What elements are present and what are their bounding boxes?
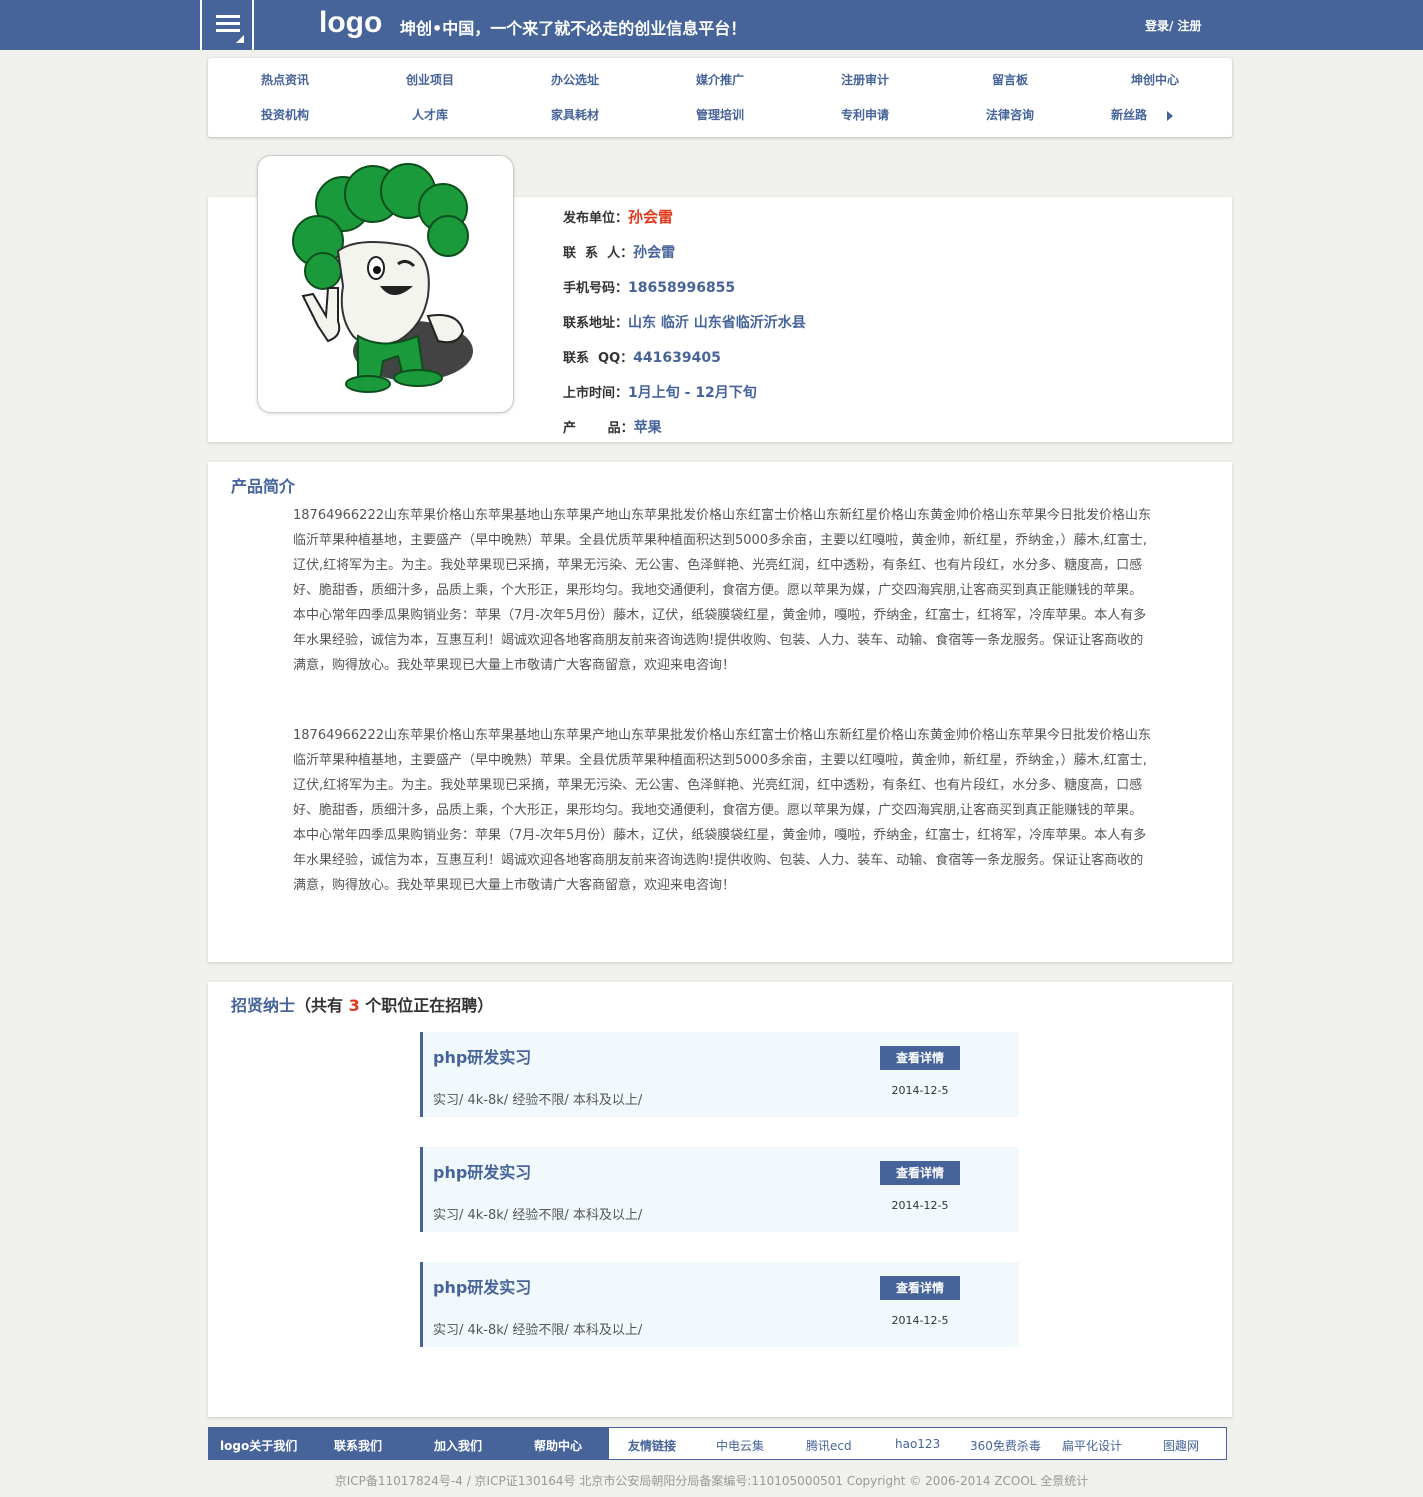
menu-icon-bar bbox=[216, 29, 240, 32]
nav-item[interactable]: 坤创中心 bbox=[1095, 71, 1215, 88]
logo[interactable]: logo bbox=[319, 6, 382, 40]
nav-item[interactable]: 热点资讯 bbox=[225, 71, 345, 88]
job-title[interactable]: php研发实习 bbox=[433, 1044, 531, 1068]
section-title-intro: 产品简介 bbox=[231, 477, 296, 496]
info-product: 产 品：苹果 bbox=[563, 417, 662, 437]
jobs-title: 招贤纳士 bbox=[231, 996, 296, 1015]
footer-join-link[interactable]: 加入我们 bbox=[434, 1437, 482, 1454]
job-title[interactable]: php研发实习 bbox=[433, 1159, 531, 1183]
info-phone: 手机号码：18658996855 bbox=[563, 277, 735, 296]
intro-paragraph: 18764966222山东苹果价格山东苹果基地山东苹果产地山东苹果批发价格山东红… bbox=[293, 728, 1151, 893]
footer-about-link[interactable]: logo关于我们 bbox=[220, 1437, 297, 1454]
job-date: 2014-12-5 bbox=[891, 1084, 949, 1097]
info-contact: 联 系 人：孙会雷 bbox=[563, 242, 675, 262]
info-label: 手机号码： bbox=[563, 281, 629, 296]
login-register-link[interactable]: 登录/ 注册 bbox=[1145, 17, 1202, 34]
info-label: 联系地址： bbox=[563, 316, 629, 331]
footer-links-bar: logo关于我们 联系我们 加入我们 帮助中心 友情链接 中电云集 腾讯ecd … bbox=[208, 1427, 1227, 1460]
view-details-button[interactable]: 查看详情 bbox=[880, 1046, 960, 1070]
nav-item[interactable]: 注册审计 bbox=[805, 71, 925, 88]
info-address: 联系地址：山东 临沂 山东省临沂沂水县 bbox=[563, 312, 806, 332]
phone-number: 18658996855 bbox=[628, 280, 736, 296]
corner-triangle-icon bbox=[236, 35, 244, 43]
job-card[interactable]: php研发实习 实习/ 4k-8k/ 经验不限/ 本科及以上/ 查看详情 201… bbox=[420, 1032, 1019, 1117]
friend-links-label: 友情链接 bbox=[628, 1439, 677, 1453]
nav-item[interactable]: 专利申请 bbox=[805, 106, 925, 123]
job-card[interactable]: php研发实习 实习/ 4k-8k/ 经验不限/ 本科及以上/ 查看详情 201… bbox=[420, 1262, 1019, 1347]
info-label: 联系 QQ： bbox=[563, 351, 634, 366]
nav-item[interactable]: 媒介推广 bbox=[660, 71, 780, 88]
category-nav: 热点资讯 创业项目 办公选址 媒介推广 注册审计 留言板 坤创中心 投资机构 人… bbox=[208, 58, 1232, 137]
info-qq: 联系 QQ：441639405 bbox=[563, 347, 721, 366]
job-meta: 实习/ 4k-8k/ 经验不限/ 本科及以上/ bbox=[433, 1323, 643, 1338]
nav-item[interactable]: 家具耗材 bbox=[515, 106, 635, 123]
product-name: 苹果 bbox=[633, 420, 662, 436]
publisher-name[interactable]: 孙会雷 bbox=[628, 208, 673, 226]
view-details-button[interactable]: 查看详情 bbox=[880, 1276, 960, 1300]
intro-paragraph: 18764966222山东苹果价格山东苹果基地山东苹果产地山东苹果批发价格山东红… bbox=[293, 508, 1151, 673]
job-meta: 实习/ 4k-8k/ 经验不限/ 本科及以上/ bbox=[433, 1208, 643, 1223]
friend-link[interactable]: 图趣网 bbox=[1163, 1437, 1199, 1454]
nav-item-more[interactable]: 新丝路 bbox=[1111, 106, 1211, 123]
footer-contact-link[interactable]: 联系我们 bbox=[334, 1437, 382, 1454]
job-meta: 实习/ 4k-8k/ 经验不限/ 本科及以上/ bbox=[433, 1093, 643, 1108]
friend-link[interactable]: 扁平化设计 bbox=[1062, 1437, 1122, 1454]
nav-item[interactable]: 留言板 bbox=[950, 71, 1070, 88]
slogan: 坤创•中国，一个来了就不必走的创业信息平台！ bbox=[400, 19, 747, 38]
nav-item[interactable]: 法律咨询 bbox=[950, 106, 1070, 123]
nav-item[interactable]: 创业项目 bbox=[370, 71, 490, 88]
address: 山东 临沂 山东省临沂沂水县 bbox=[628, 315, 806, 331]
broccoli-mascot-icon bbox=[292, 163, 473, 393]
nav-item[interactable]: 管理培训 bbox=[660, 106, 780, 123]
copyright: 京ICP备11017824号-4 / 京ICP证130164号 北京市公安局朝阳… bbox=[334, 1474, 1089, 1488]
section-title-jobs: 招贤纳士（共有 3 个职位正在招聘） bbox=[231, 992, 493, 1016]
nav-item[interactable]: 人才库 bbox=[370, 106, 490, 123]
nav-item-label: 新丝路 bbox=[1111, 108, 1148, 122]
job-title[interactable]: php研发实习 bbox=[433, 1274, 531, 1298]
friend-link[interactable]: 腾讯ecd bbox=[806, 1437, 852, 1454]
footer-help-link[interactable]: 帮助中心 bbox=[534, 1437, 582, 1454]
view-details-button[interactable]: 查看详情 bbox=[880, 1161, 960, 1185]
info-label: 发布单位： bbox=[563, 211, 629, 226]
contact-name: 孙会雷 bbox=[633, 245, 676, 261]
friend-link[interactable]: 中电云集 bbox=[716, 1437, 764, 1454]
jobs-count-suffix: 个职位正在招聘） bbox=[359, 996, 494, 1015]
job-date: 2014-12-5 bbox=[891, 1199, 949, 1212]
info-label: 产 品： bbox=[563, 421, 634, 436]
jobs-count-prefix: （共有 bbox=[295, 996, 349, 1015]
info-label: 上市时间： bbox=[563, 386, 629, 401]
menu-button[interactable] bbox=[200, 0, 254, 50]
qq-number: 441639405 bbox=[633, 350, 721, 366]
info-publisher: 发布单位：孙会雷 bbox=[563, 206, 673, 227]
arrow-right-icon bbox=[1167, 110, 1174, 121]
info-market-time: 上市时间：1月上旬 - 12月下旬 bbox=[563, 382, 757, 402]
friend-link[interactable]: 360免费杀毒 bbox=[970, 1437, 1041, 1454]
nav-item[interactable]: 办公选址 bbox=[515, 71, 635, 88]
avatar bbox=[257, 155, 514, 413]
menu-icon-bar bbox=[216, 22, 240, 25]
nav-item[interactable]: 投资机构 bbox=[225, 106, 345, 123]
info-label: 联 系 人： bbox=[563, 246, 634, 261]
menu-icon bbox=[216, 15, 240, 18]
job-date: 2014-12-5 bbox=[891, 1314, 949, 1327]
jobs-count: 3 bbox=[348, 996, 360, 1015]
friend-link[interactable]: hao123 bbox=[895, 1437, 940, 1451]
top-header: logo 坤创•中国，一个来了就不必走的创业信息平台！ 登录/ 注册 bbox=[0, 0, 1423, 50]
market-time: 1月上旬 - 12月下旬 bbox=[628, 385, 757, 401]
job-card[interactable]: php研发实习 实习/ 4k-8k/ 经验不限/ 本科及以上/ 查看详情 201… bbox=[420, 1147, 1019, 1232]
